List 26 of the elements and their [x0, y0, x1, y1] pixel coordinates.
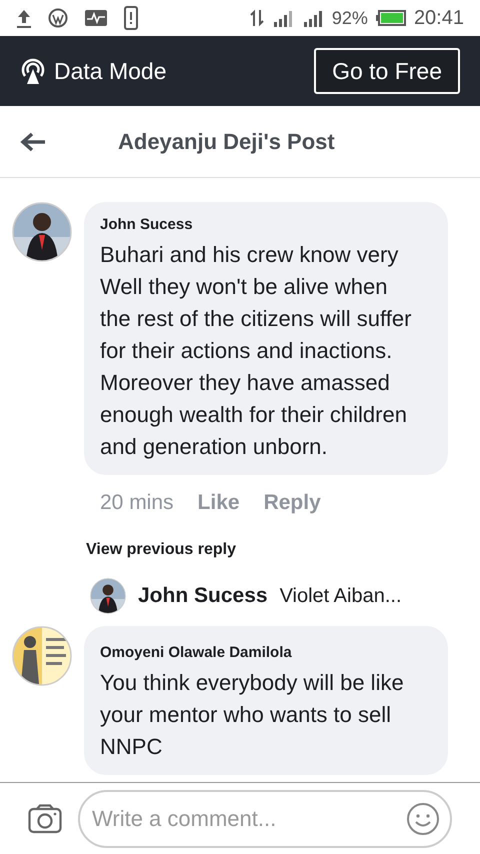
- upload-icon: [16, 8, 32, 28]
- clock: 20:41: [414, 6, 464, 31]
- post-title: Adeyanju Deji's Post: [118, 128, 335, 156]
- comment-author[interactable]: John Sucess: [100, 214, 432, 236]
- wordpress-icon: [48, 8, 68, 28]
- signal-icon: [272, 9, 294, 27]
- battery-icon: [376, 10, 406, 26]
- emoji-icon[interactable]: [406, 802, 440, 836]
- view-previous-reply-link[interactable]: View previous reply: [86, 538, 448, 562]
- comment-author[interactable]: Omoyeni Olawale Damilola: [100, 642, 432, 664]
- back-arrow-icon[interactable]: [20, 132, 46, 152]
- broadcast-icon: [20, 57, 46, 85]
- data-transfer-icon: [250, 9, 264, 27]
- comment-text: You think everybody will be like your mentor who wants to sell NNPC: [100, 668, 405, 760]
- data-mode-label: Data Mode: [54, 56, 167, 86]
- comment-time: 20 mins: [100, 490, 174, 516]
- reply-author[interactable]: John Sucess: [138, 580, 268, 612]
- phone-alert-icon: [124, 6, 138, 30]
- signal-icon: [302, 9, 324, 27]
- pulse-icon: [84, 8, 108, 28]
- comment-input-field[interactable]: Write a comment...: [78, 790, 452, 848]
- battery-percent: 92%: [332, 6, 368, 30]
- go-to-free-button[interactable]: Go to Free: [314, 48, 460, 94]
- reply-preview: Violet Aiban...: [280, 584, 402, 609]
- comment-text: Buhari and his crew know very Well they won't be alive when the rest of the citizens will suffer for their actions and inactions. Moreover they have amassed enough wealth for their children and generation unborn.: [100, 240, 412, 461]
- camera-icon[interactable]: [28, 804, 62, 834]
